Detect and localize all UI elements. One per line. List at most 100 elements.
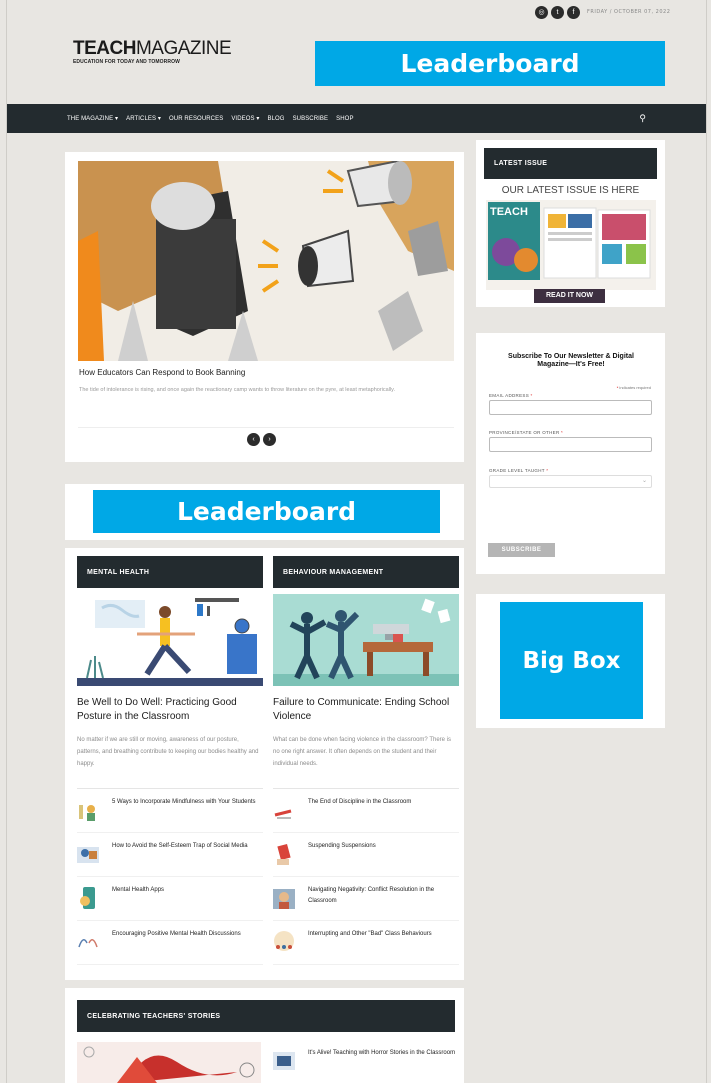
category-heading-celebrating-teachers[interactable]: CELEBRATING TEACHERS' STORIES [77, 1000, 455, 1032]
decoration-illustration [77, 1042, 261, 1083]
nav-item-blog[interactable]: BLOG [267, 116, 284, 122]
list-item[interactable]: The End of Discipline in the Classroom [273, 789, 459, 833]
list-item[interactable]: Suspending Suspensions [273, 833, 459, 877]
suspension-thumbnail-icon [273, 841, 295, 867]
nav-item-videos[interactable]: VIDEOS ▾ [231, 115, 259, 122]
site-logo[interactable]: TEACHMAGAZINE EDUCATION FOR TODAY AND TO… [73, 38, 232, 65]
divider [78, 427, 454, 428]
province-required-star: * [559, 430, 564, 435]
subscribe-button[interactable]: SUBSCRIBE [488, 543, 555, 557]
grade-required-star: * [544, 468, 549, 473]
email-field[interactable] [489, 400, 652, 415]
featured-article-description: The tide of intolerance is rising, and o… [79, 387, 396, 393]
list-item-title: Mental Health Apps [112, 887, 165, 893]
read-it-now-button[interactable]: READ IT NOW [534, 289, 605, 303]
class-behaviour-thumbnail-icon [273, 929, 295, 955]
slider-prev-button[interactable]: ‹ [247, 433, 260, 446]
list-item[interactable]: Encouraging Positive Mental Health Discu… [77, 921, 263, 965]
list-item-title: The End of Discipline in the Classroom [308, 799, 412, 805]
page-frame: ◎ t f FRIDAY / OCTOBER 07, 2022 TEACHMAG… [6, 0, 707, 1083]
slider-next-button[interactable]: › [263, 433, 276, 446]
leaderboard-ad-top[interactable]: Leaderboard [315, 41, 665, 86]
latest-issue-tagline: OUR LATEST ISSUE IS HERE [501, 185, 640, 196]
list-item-title: Interrupting and Other "Bad" Class Behav… [308, 931, 432, 937]
mental-health-article-image[interactable] [77, 594, 263, 686]
required-note-text: indicates required [618, 385, 651, 390]
mental-health-article-title[interactable]: Be Well to Do Well: Practicing Good Post… [77, 696, 263, 724]
facebook-icon[interactable]: f [567, 6, 580, 19]
list-item-title: Navigating Negativity: Conflict Resoluti… [308, 887, 435, 904]
classroom-conflict-illustration [273, 594, 459, 686]
featured-article-title[interactable]: How Educators Can Respond to Book Bannin… [79, 368, 245, 377]
instagram-icon[interactable]: ◎ [535, 6, 548, 19]
required-note: * indicates required [617, 385, 651, 390]
list-item-title: Suspending Suspensions [308, 843, 376, 849]
province-label: PROVINCE/STATE OR OTHER * [489, 430, 563, 435]
celebrate-article-image[interactable] [77, 1042, 261, 1083]
category-heading-behaviour-management[interactable]: BEHAVIOUR MANAGEMENT [273, 556, 459, 588]
collage-illustration [78, 161, 454, 361]
leaderboard-ad-mid[interactable]: Leaderboard [93, 490, 440, 533]
featured-article-card: How Educators Can Respond to Book Bannin… [65, 152, 464, 462]
behaviour-management-column: BEHAVIOUR MANAGEMENT Failure to Communic… [273, 556, 459, 965]
list-item[interactable]: Interrupting and Other "Bad" Class Behav… [273, 921, 459, 965]
mental-health-column: MENTAL HEALTH Be Well to Do Well: Practi… [77, 556, 263, 965]
featured-article-image[interactable] [78, 161, 454, 361]
leaderboard-ad-mid-container: Leaderboard [65, 484, 464, 540]
conflict-thumbnail-icon [273, 885, 295, 911]
list-item-title: It's Alive! Teaching with Horror Stories… [308, 1050, 456, 1056]
apps-thumbnail-icon [77, 885, 99, 911]
current-date: FRIDAY / OCTOBER 07, 2022 [587, 9, 671, 15]
list-item[interactable]: How to Avoid the Self-Esteem Trap of Soc… [77, 833, 263, 877]
latest-issue-widget: LATEST ISSUE OUR LATEST ISSUE IS HERE TE… [476, 140, 665, 307]
email-label-text: EMAIL ADDRESS [489, 393, 529, 398]
nav-item-our-resources[interactable]: OUR RESOURCES [169, 116, 223, 122]
nav-item-articles[interactable]: ARTICLES ▾ [126, 115, 161, 122]
grade-label: GRADE LEVEL TAUGHT * [489, 468, 548, 473]
category-heading-mental-health[interactable]: MENTAL HEALTH [77, 556, 263, 588]
latest-issue-heading: LATEST ISSUE [484, 148, 657, 179]
category-columns: MENTAL HEALTH Be Well to Do Well: Practi… [65, 548, 464, 980]
mindfulness-thumbnail-icon [77, 797, 99, 823]
twitter-icon[interactable]: t [551, 6, 564, 19]
list-item[interactable]: Mental Health Apps [77, 877, 263, 921]
newsletter-title: Subscribe To Our Newsletter & Digital Ma… [508, 353, 634, 368]
behaviour-article-title[interactable]: Failure to Communicate: Ending School Vi… [273, 696, 459, 724]
list-item[interactable]: It's Alive! Teaching with Horror Stories… [273, 1048, 455, 1074]
logo-light: MAGAZINE [135, 38, 232, 59]
logo-bold: TEACH [73, 38, 136, 59]
nav-item-shop[interactable]: SHOP [336, 116, 353, 122]
behaviour-article-description: What can be done when facing violence in… [273, 737, 451, 767]
nav-item-the-magazine[interactable]: THE MAGAZINE ▾ [67, 115, 118, 122]
province-field[interactable] [489, 437, 652, 452]
discussion-thumbnail-icon [77, 929, 99, 955]
email-required-star: * [529, 393, 533, 398]
social-media-thumbnail-icon [77, 841, 99, 867]
behaviour-article-image[interactable] [273, 594, 459, 686]
logo-wordmark: TEACHMAGAZINE [73, 38, 232, 60]
cover-title: TEACH [490, 206, 528, 218]
list-item-title: 5 Ways to Incorporate Mindfulness with Y… [112, 799, 256, 805]
search-icon[interactable]: ⚲ [639, 113, 646, 124]
posture-illustration [77, 594, 263, 686]
grade-label-text: GRADE LEVEL TAUGHT [489, 468, 545, 473]
list-item[interactable]: 5 Ways to Incorporate Mindfulness with Y… [77, 789, 263, 833]
email-label: EMAIL ADDRESS * [489, 393, 533, 398]
celebrating-teachers-section: CELEBRATING TEACHERS' STORIES It's Alive… [65, 988, 464, 1083]
grade-level-select[interactable]: ⌄ [489, 475, 652, 488]
main-nav: THE MAGAZINE ▾ ARTICLES ▾ OUR RESOURCES … [7, 104, 706, 133]
newsletter-signup-form: Subscribe To Our Newsletter & Digital Ma… [476, 333, 665, 574]
province-label-text: PROVINCE/STATE OR OTHER [489, 430, 560, 435]
list-item[interactable]: Navigating Negativity: Conflict Resoluti… [273, 877, 459, 921]
chevron-down-icon: ⌄ [641, 478, 647, 484]
list-item-title: Encouraging Positive Mental Health Discu… [112, 931, 241, 937]
big-box-ad[interactable]: Big Box [500, 602, 643, 719]
horror-stories-thumbnail-icon [273, 1048, 295, 1074]
big-box-ad-container: Big Box [476, 594, 665, 728]
social-links: ◎ t f [535, 6, 580, 19]
list-item-title: How to Avoid the Self-Esteem Trap of Soc… [112, 843, 248, 849]
latest-issue-cover[interactable]: TEACH [486, 200, 656, 290]
top-strip: ◎ t f FRIDAY / OCTOBER 07, 2022 [7, 0, 706, 26]
discipline-thumbnail-icon [273, 797, 295, 823]
nav-item-subscribe[interactable]: SUBSCRIBE [293, 116, 329, 122]
